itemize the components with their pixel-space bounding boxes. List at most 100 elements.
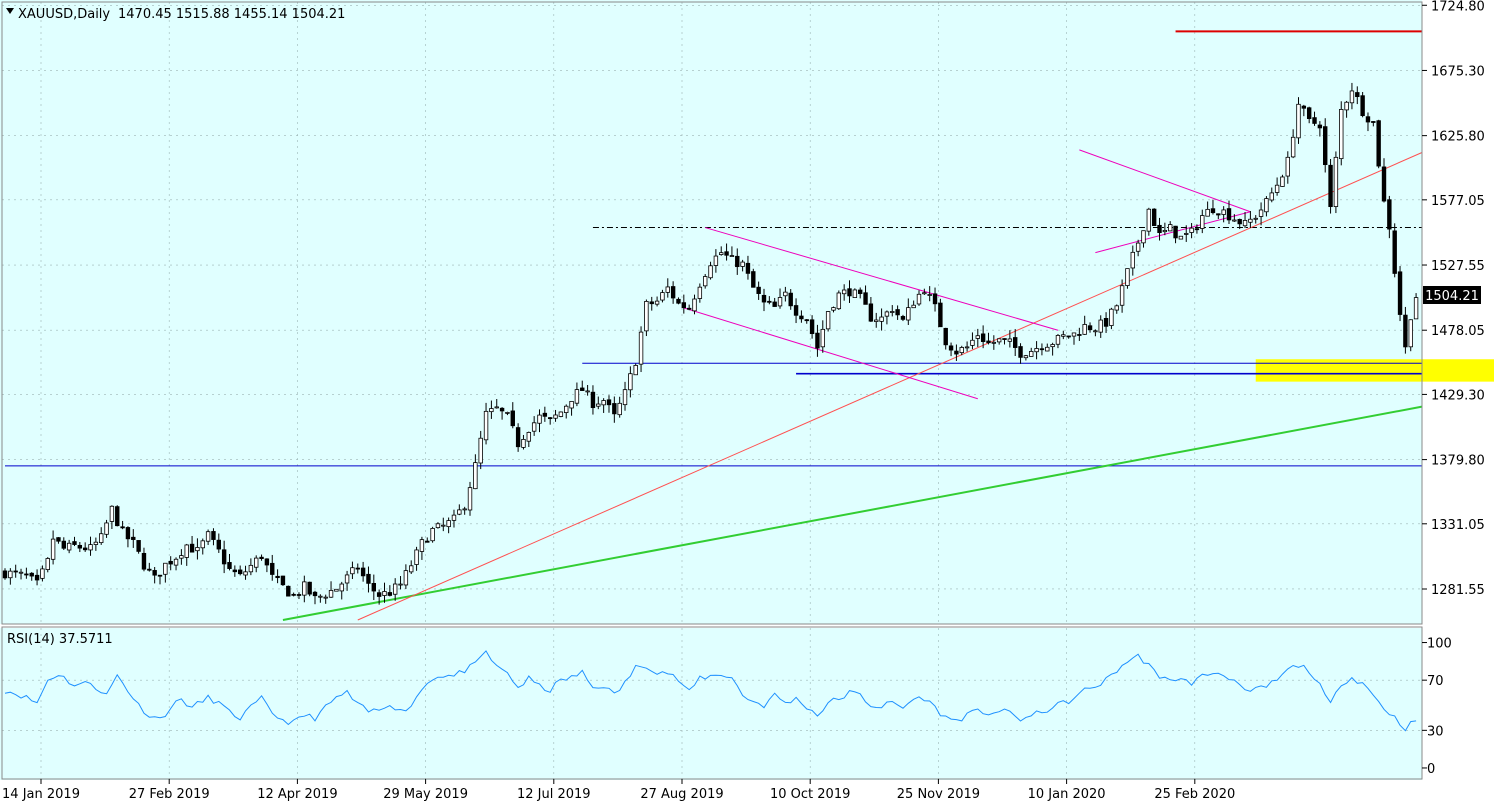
candle-body (350, 567, 355, 575)
candle-body (1248, 218, 1253, 223)
candle-body (189, 543, 195, 553)
candle-body (1184, 233, 1189, 235)
candle-body (125, 527, 131, 540)
candle-body (382, 591, 387, 596)
candle-body (1408, 319, 1413, 348)
rsi-tick-label: 30 (1427, 724, 1444, 739)
candle-body (922, 292, 927, 295)
date-tick-label: 10 Jan 2020 (1028, 787, 1106, 802)
candle-body (435, 523, 441, 529)
candle-body (531, 422, 537, 432)
candle (1360, 92, 1365, 118)
candle-body (1242, 220, 1248, 227)
date-tick-label: 12 Jul 2019 (517, 787, 591, 802)
candle-body (1157, 224, 1162, 234)
candle-body (858, 289, 863, 294)
candle-body (804, 319, 809, 322)
candle-body (1381, 166, 1387, 202)
support-zone[interactable] (1255, 359, 1494, 382)
candle-body (1312, 117, 1317, 124)
candle-body (916, 293, 922, 305)
candle-body (970, 339, 975, 346)
candle (825, 311, 831, 332)
candle-body (2, 570, 8, 579)
candle-body (157, 574, 163, 577)
candle-body (1253, 217, 1258, 220)
candle-body (986, 340, 991, 344)
candle-body (120, 526, 125, 529)
candle (938, 298, 943, 328)
candle-body (24, 573, 29, 576)
date-tick-label: 25 Nov 2019 (897, 787, 980, 802)
candle-body (959, 347, 964, 354)
price-tick-label: 1527.55 (1431, 259, 1485, 274)
candle (633, 363, 638, 376)
candle-body (104, 522, 109, 535)
candle-body (371, 582, 377, 592)
candle-body (1237, 218, 1242, 225)
candle-body (697, 286, 703, 299)
candle-body (777, 297, 783, 307)
candle-body (259, 556, 264, 560)
candle-body (783, 291, 788, 297)
candle-body (564, 405, 569, 413)
price-tick-label: 1331.05 (1431, 518, 1485, 533)
candle-body (906, 307, 911, 321)
candle-body (66, 542, 72, 551)
candle-body (521, 439, 526, 448)
candle-body (601, 400, 606, 406)
candle-body (494, 406, 499, 409)
candle-body (932, 293, 938, 305)
candle (1125, 268, 1130, 289)
candle-body (874, 319, 879, 322)
candle-body (403, 570, 409, 586)
candle-body (1264, 198, 1269, 213)
candle-body (1055, 335, 1061, 345)
candle-body (1135, 242, 1141, 252)
candle-body (1093, 330, 1098, 333)
candle (286, 585, 291, 597)
candle (751, 268, 756, 288)
candle-body (585, 390, 590, 393)
candle-body (34, 574, 40, 581)
candle-body (232, 569, 238, 573)
candle-body (574, 389, 580, 404)
last-price-tag: 1504.21 (1423, 286, 1481, 304)
candle-body (254, 557, 259, 568)
candle-body (99, 533, 104, 544)
candle (1328, 158, 1333, 214)
candle-body (660, 292, 665, 301)
candle-body (462, 508, 467, 511)
date-tick-label: 12 Apr 2019 (257, 787, 337, 802)
candle-body (93, 541, 99, 545)
date-tick-label: 10 Oct 2019 (770, 787, 850, 802)
candle-body (1371, 121, 1376, 123)
candle (307, 581, 312, 597)
candle-body (376, 592, 382, 597)
candle-body (441, 524, 446, 527)
candle-body (895, 309, 900, 316)
candle-body (237, 569, 243, 575)
candle-body (1061, 334, 1066, 337)
candle-body (745, 262, 751, 274)
candle-body (638, 331, 644, 365)
candle-body (1189, 227, 1194, 233)
candle-body (152, 570, 157, 576)
candle-body (1119, 285, 1125, 306)
candle-body (649, 301, 654, 305)
candle-body (1360, 95, 1365, 117)
candle-body (344, 574, 350, 584)
candle-body (1210, 208, 1216, 214)
candle-body (515, 427, 521, 448)
candle-body (740, 261, 745, 267)
candle-body (115, 506, 120, 527)
candle-body (596, 403, 601, 407)
candle-body (713, 255, 719, 266)
candle-body (328, 590, 334, 598)
candle-body (291, 593, 296, 596)
candle-body (676, 298, 681, 304)
candle-body (499, 407, 505, 412)
candle-body (419, 539, 425, 552)
candle-body (141, 552, 147, 570)
candle-body (264, 558, 270, 566)
